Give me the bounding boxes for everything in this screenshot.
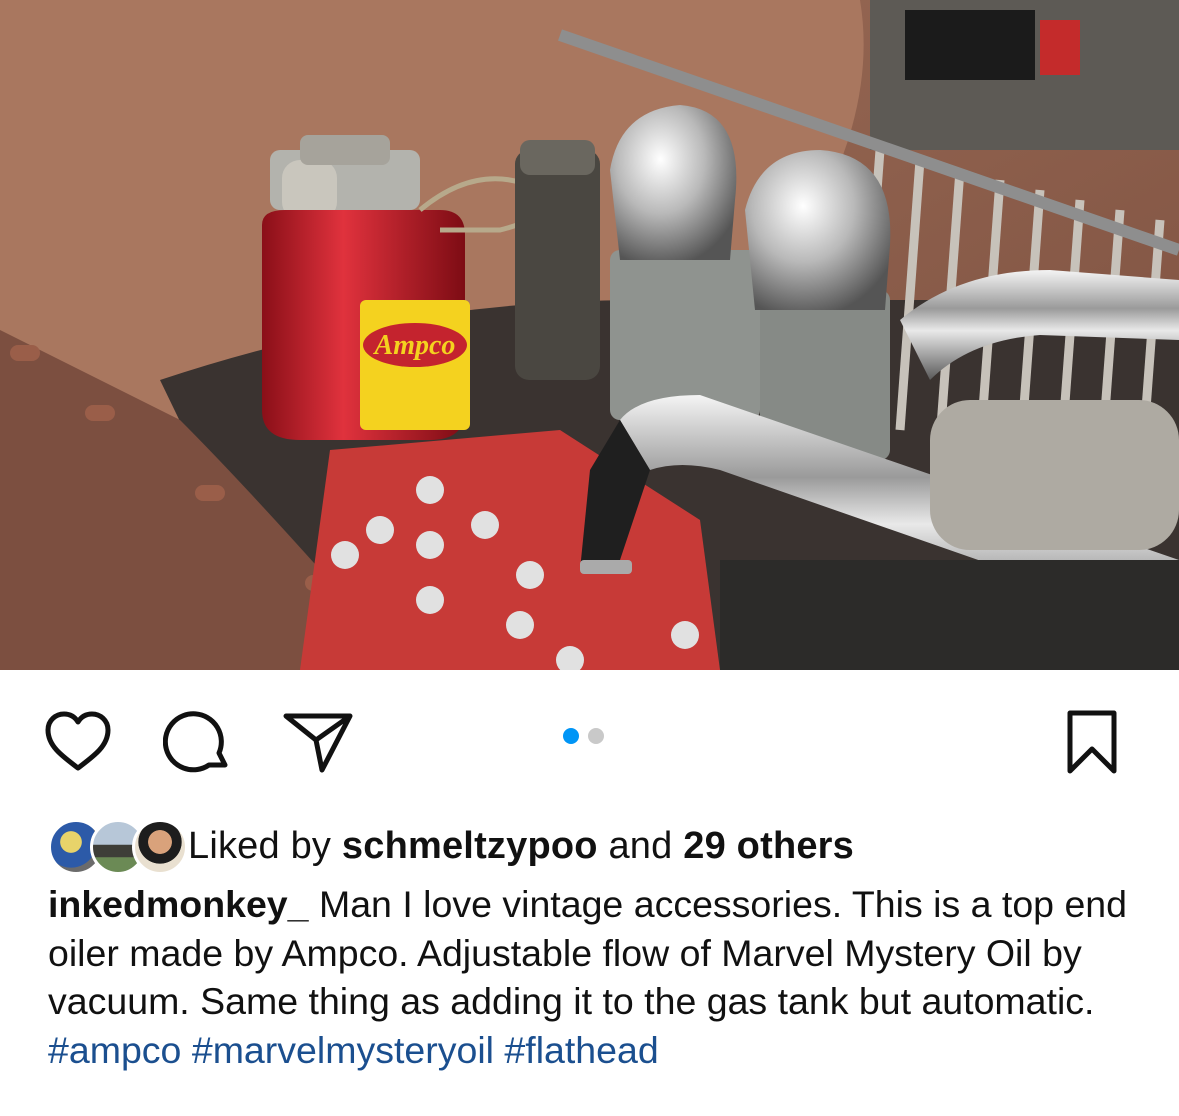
likes-others-link[interactable]: 29 others: [683, 825, 854, 867]
ampco-label-text: Ampco: [373, 330, 456, 361]
comment-button[interactable]: [158, 707, 238, 777]
carousel-dot-1[interactable]: [563, 728, 579, 744]
likes-summary[interactable]: Liked by schmeltzypoo and 29 others: [188, 825, 854, 868]
post-action-bar: [0, 695, 1179, 785]
liker-avatars[interactable]: [48, 819, 188, 875]
hashtag-link[interactable]: #ampco: [48, 1029, 181, 1071]
likes-connector: and: [608, 824, 673, 867]
post-photo[interactable]: Ampco: [0, 0, 1179, 670]
likes-row: Liked by schmeltzypoo and 29 others: [48, 818, 854, 875]
share-button[interactable]: [278, 707, 358, 777]
save-button[interactable]: [1052, 707, 1132, 777]
hashtag-link[interactable]: #marvelmysteryoil: [192, 1029, 494, 1071]
paper-plane-icon: [283, 713, 353, 773]
avatar: [132, 819, 188, 875]
carousel-dot-2[interactable]: [588, 728, 604, 744]
likes-user-link[interactable]: schmeltzypoo: [342, 825, 598, 867]
likes-prefix: Liked by: [188, 824, 332, 867]
post-caption: inkedmonkey_ Man I love vintage accessor…: [48, 880, 1148, 1074]
comment-icon: [163, 711, 228, 773]
like-button[interactable]: [38, 707, 118, 777]
engine-photo-illustration: Ampco: [0, 0, 1179, 670]
heart-icon: [45, 711, 111, 771]
caption-username[interactable]: inkedmonkey_: [48, 883, 309, 925]
bookmark-icon: [1067, 710, 1117, 774]
hashtag-link[interactable]: #flathead: [504, 1029, 658, 1071]
carousel-indicator: [563, 728, 604, 744]
